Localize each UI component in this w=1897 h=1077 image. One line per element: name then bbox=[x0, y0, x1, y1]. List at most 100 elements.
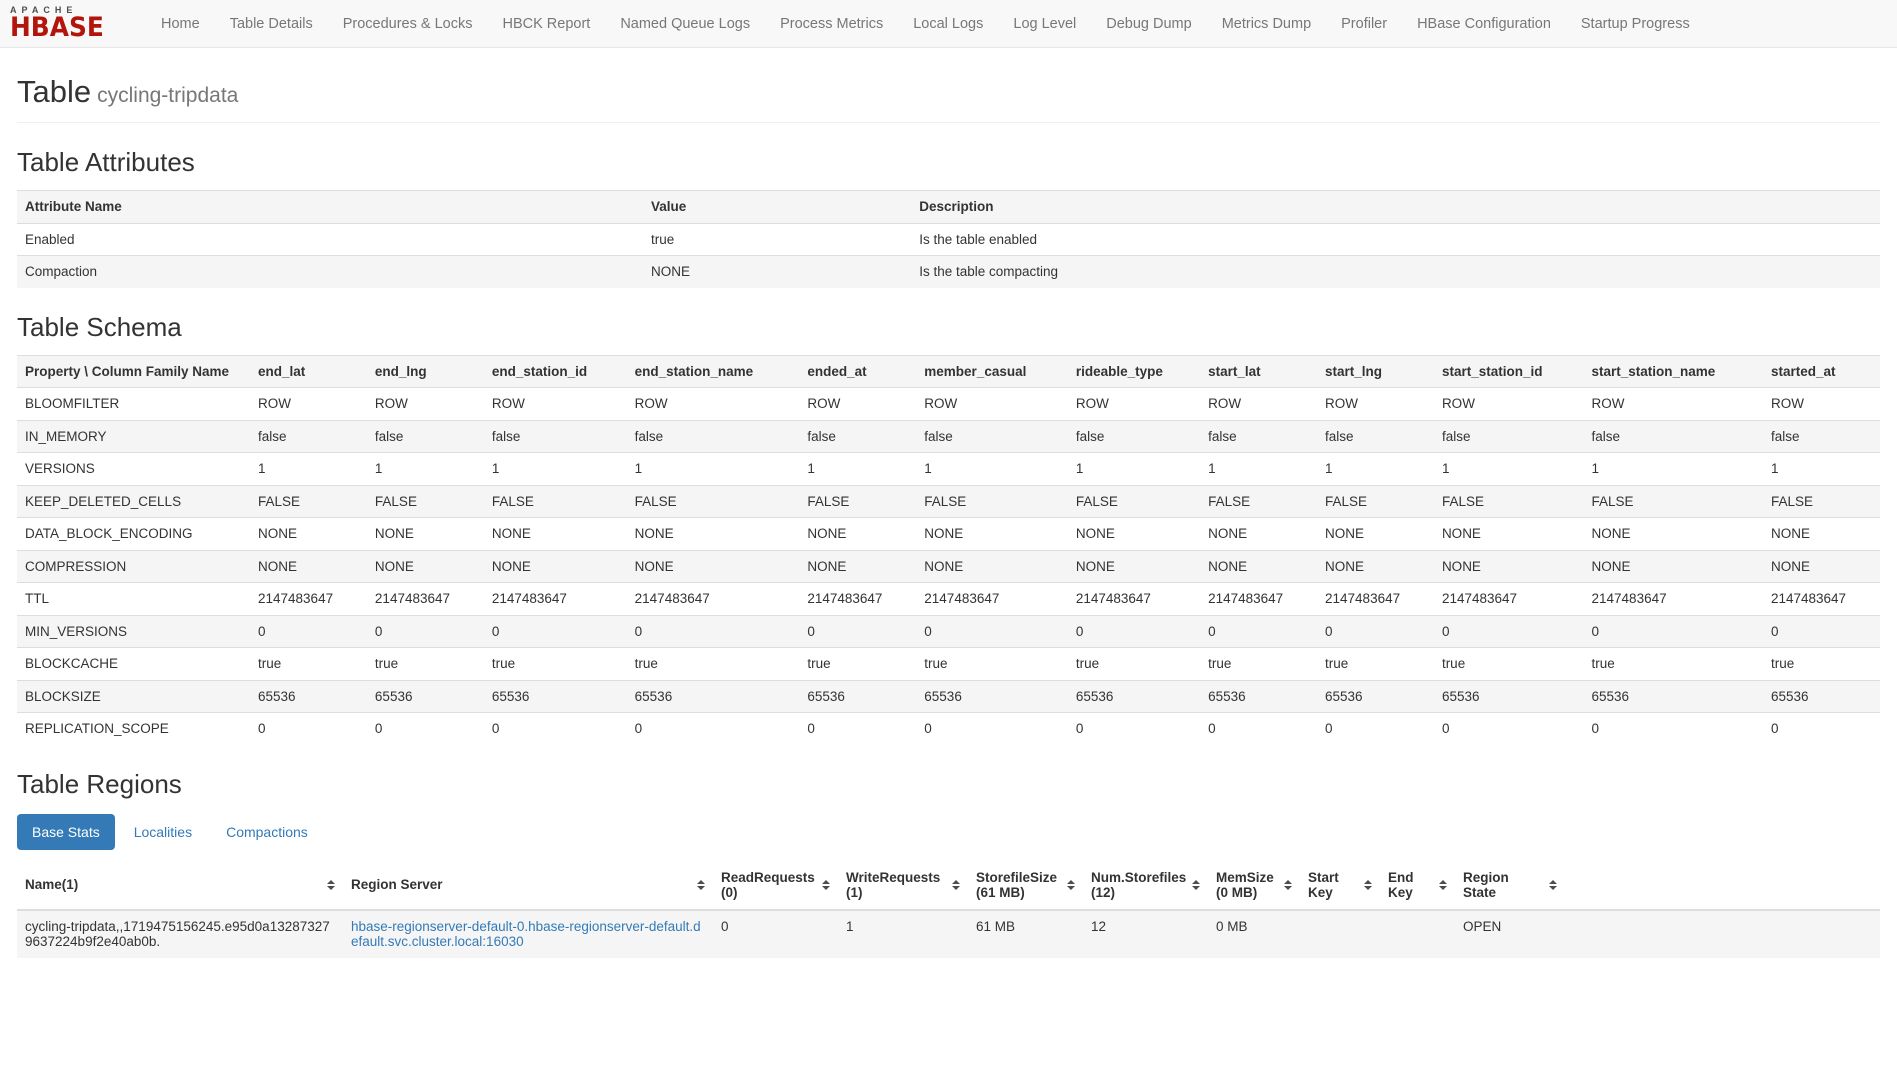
schema-property-value: 0 bbox=[799, 615, 916, 648]
nav-item-home[interactable]: Home bbox=[146, 16, 215, 32]
schema-property-value: 2147483647 bbox=[799, 583, 916, 616]
regions-column-header-region-state[interactable]: Region State bbox=[1455, 862, 1565, 910]
schema-property-value: 65536 bbox=[367, 680, 484, 713]
regions-column-header-storefilesize-61-mb[interactable]: StorefileSize (61 MB) bbox=[968, 862, 1083, 910]
schema-property-value: 2147483647 bbox=[1317, 583, 1434, 616]
schema-family-header: end_station_id bbox=[484, 355, 627, 388]
schema-property-value: 65536 bbox=[484, 680, 627, 713]
schema-property-value: NONE bbox=[250, 518, 367, 551]
nav-item-startup-progress[interactable]: Startup Progress bbox=[1566, 16, 1705, 32]
schema-property-value: FALSE bbox=[250, 485, 367, 518]
sort-up-arrow bbox=[822, 880, 830, 884]
attribute-row: EnabledtrueIs the table enabled bbox=[17, 223, 1880, 256]
schema-property-value: FALSE bbox=[1068, 485, 1200, 518]
region-tabs: Base StatsLocalitiesCompactions bbox=[17, 814, 1880, 850]
nav-item-profiler[interactable]: Profiler bbox=[1326, 16, 1402, 32]
schema-property-value: NONE bbox=[1068, 518, 1200, 551]
regions-column-header-end-key[interactable]: End Key bbox=[1380, 862, 1455, 910]
region-tab-base-stats[interactable]: Base Stats bbox=[17, 814, 115, 850]
schema-property-name: BLOCKSIZE bbox=[17, 680, 250, 713]
schema-property-value: 0 bbox=[367, 615, 484, 648]
sort-icon bbox=[822, 880, 830, 890]
schema-corner-header: Property \ Column Family Name bbox=[17, 355, 250, 388]
schema-property-value: ROW bbox=[1434, 388, 1584, 421]
schema-property-value: true bbox=[1317, 648, 1434, 681]
nav-item-hbck-report[interactable]: HBCK Report bbox=[487, 16, 605, 32]
schema-property-value: NONE bbox=[1584, 550, 1763, 583]
attributes-header-row: Attribute NameValueDescription bbox=[17, 191, 1880, 224]
sort-up-arrow bbox=[1439, 880, 1447, 884]
nav-item-named-queue-logs[interactable]: Named Queue Logs bbox=[605, 16, 765, 32]
schema-property-value: 65536 bbox=[1200, 680, 1317, 713]
schema-heading: Table Schema bbox=[17, 312, 1880, 343]
schema-property-value: false bbox=[627, 420, 800, 453]
regions-column-header-num-storefiles-12[interactable]: Num.Storefiles (12) bbox=[1083, 862, 1208, 910]
schema-property-value: 0 bbox=[1763, 615, 1880, 648]
schema-property-row: VERSIONS111111111111 bbox=[17, 453, 1880, 486]
schema-property-value: false bbox=[1584, 420, 1763, 453]
logo-hbase-text: HBASE bbox=[10, 16, 113, 40]
regions-column-header-start-key[interactable]: Start Key bbox=[1300, 862, 1380, 910]
region-server-link[interactable]: hbase-regionserver-default-0.hbase-regio… bbox=[351, 919, 701, 950]
hbase-logo[interactable]: APACHE HBASE bbox=[10, 6, 122, 40]
regions-column-header-writerequests-1[interactable]: WriteRequests (1) bbox=[838, 862, 968, 910]
regions-column-header-readrequests-0[interactable]: ReadRequests (0) bbox=[713, 862, 838, 910]
page-content: Tablecycling-tripdata Table Attributes A… bbox=[0, 74, 1897, 958]
schema-property-value: 65536 bbox=[1068, 680, 1200, 713]
schema-property-value: true bbox=[484, 648, 627, 681]
regions-column-header-region-server[interactable]: Region Server bbox=[343, 862, 713, 910]
regions-column-header-memsize-0-mb[interactable]: MemSize (0 MB) bbox=[1208, 862, 1300, 910]
nav-item-metrics-dump[interactable]: Metrics Dump bbox=[1207, 16, 1326, 32]
schema-property-value: FALSE bbox=[484, 485, 627, 518]
schema-property-value: 2147483647 bbox=[1068, 583, 1200, 616]
schema-property-value: 2147483647 bbox=[1200, 583, 1317, 616]
regions-column-label: Region State bbox=[1463, 870, 1545, 901]
schema-property-value: ROW bbox=[799, 388, 916, 421]
nav-item-process-metrics[interactable]: Process Metrics bbox=[765, 16, 898, 32]
schema-property-value: 2147483647 bbox=[916, 583, 1068, 616]
nav-item-hbase-configuration[interactable]: HBase Configuration bbox=[1402, 16, 1566, 32]
schema-property-value: NONE bbox=[627, 518, 800, 551]
schema-property-row: IN_MEMORYfalsefalsefalsefalsefalsefalsef… bbox=[17, 420, 1880, 453]
schema-property-value: true bbox=[916, 648, 1068, 681]
schema-property-value: ROW bbox=[484, 388, 627, 421]
schema-property-value: NONE bbox=[250, 550, 367, 583]
schema-property-value: 0 bbox=[1068, 713, 1200, 745]
regions-column-label: ReadRequests (0) bbox=[721, 870, 818, 901]
region-tab-compactions[interactable]: Compactions bbox=[211, 814, 323, 850]
schema-property-row: BLOCKSIZE6553665536655366553665536655366… bbox=[17, 680, 1880, 713]
nav-item-log-level[interactable]: Log Level bbox=[998, 16, 1091, 32]
schema-property-value: NONE bbox=[1763, 550, 1880, 583]
schema-property-row: BLOCKCACHEtruetruetruetruetruetruetruetr… bbox=[17, 648, 1880, 681]
nav-item-debug-dump[interactable]: Debug Dump bbox=[1091, 16, 1206, 32]
schema-property-value: 1 bbox=[627, 453, 800, 486]
schema-property-value: 65536 bbox=[627, 680, 800, 713]
schema-property-value: ROW bbox=[1317, 388, 1434, 421]
attributes-column-header: Description bbox=[911, 191, 1880, 224]
page-subtitle: cycling-tripdata bbox=[97, 84, 238, 107]
schema-property-value: 0 bbox=[250, 713, 367, 745]
schema-property-value: NONE bbox=[1068, 550, 1200, 583]
schema-header-row: Property \ Column Family Nameend_latend_… bbox=[17, 355, 1880, 388]
schema-property-value: 0 bbox=[484, 615, 627, 648]
schema-property-value: false bbox=[1200, 420, 1317, 453]
schema-property-value: 65536 bbox=[1434, 680, 1584, 713]
schema-property-value: 0 bbox=[250, 615, 367, 648]
region-cell-region-server: hbase-regionserver-default-0.hbase-regio… bbox=[343, 910, 713, 958]
sort-icon bbox=[1192, 880, 1200, 890]
nav-item-procedures-locks[interactable]: Procedures & Locks bbox=[328, 16, 488, 32]
region-cell-start-key bbox=[1300, 910, 1380, 958]
schema-property-value: 1 bbox=[1317, 453, 1434, 486]
nav-item-table-details[interactable]: Table Details bbox=[215, 16, 328, 32]
regions-column-header-name-1[interactable]: Name(1) bbox=[17, 862, 343, 910]
schema-property-name: REPLICATION_SCOPE bbox=[17, 713, 250, 745]
region-tab-localities[interactable]: Localities bbox=[119, 814, 207, 850]
schema-property-name: IN_MEMORY bbox=[17, 420, 250, 453]
schema-property-value: true bbox=[367, 648, 484, 681]
attribute-name: Compaction bbox=[17, 256, 643, 288]
nav-item-local-logs[interactable]: Local Logs bbox=[898, 16, 998, 32]
schema-property-value: NONE bbox=[1434, 550, 1584, 583]
regions-header-filler bbox=[1565, 862, 1880, 910]
schema-property-value: false bbox=[916, 420, 1068, 453]
schema-property-value: NONE bbox=[367, 518, 484, 551]
